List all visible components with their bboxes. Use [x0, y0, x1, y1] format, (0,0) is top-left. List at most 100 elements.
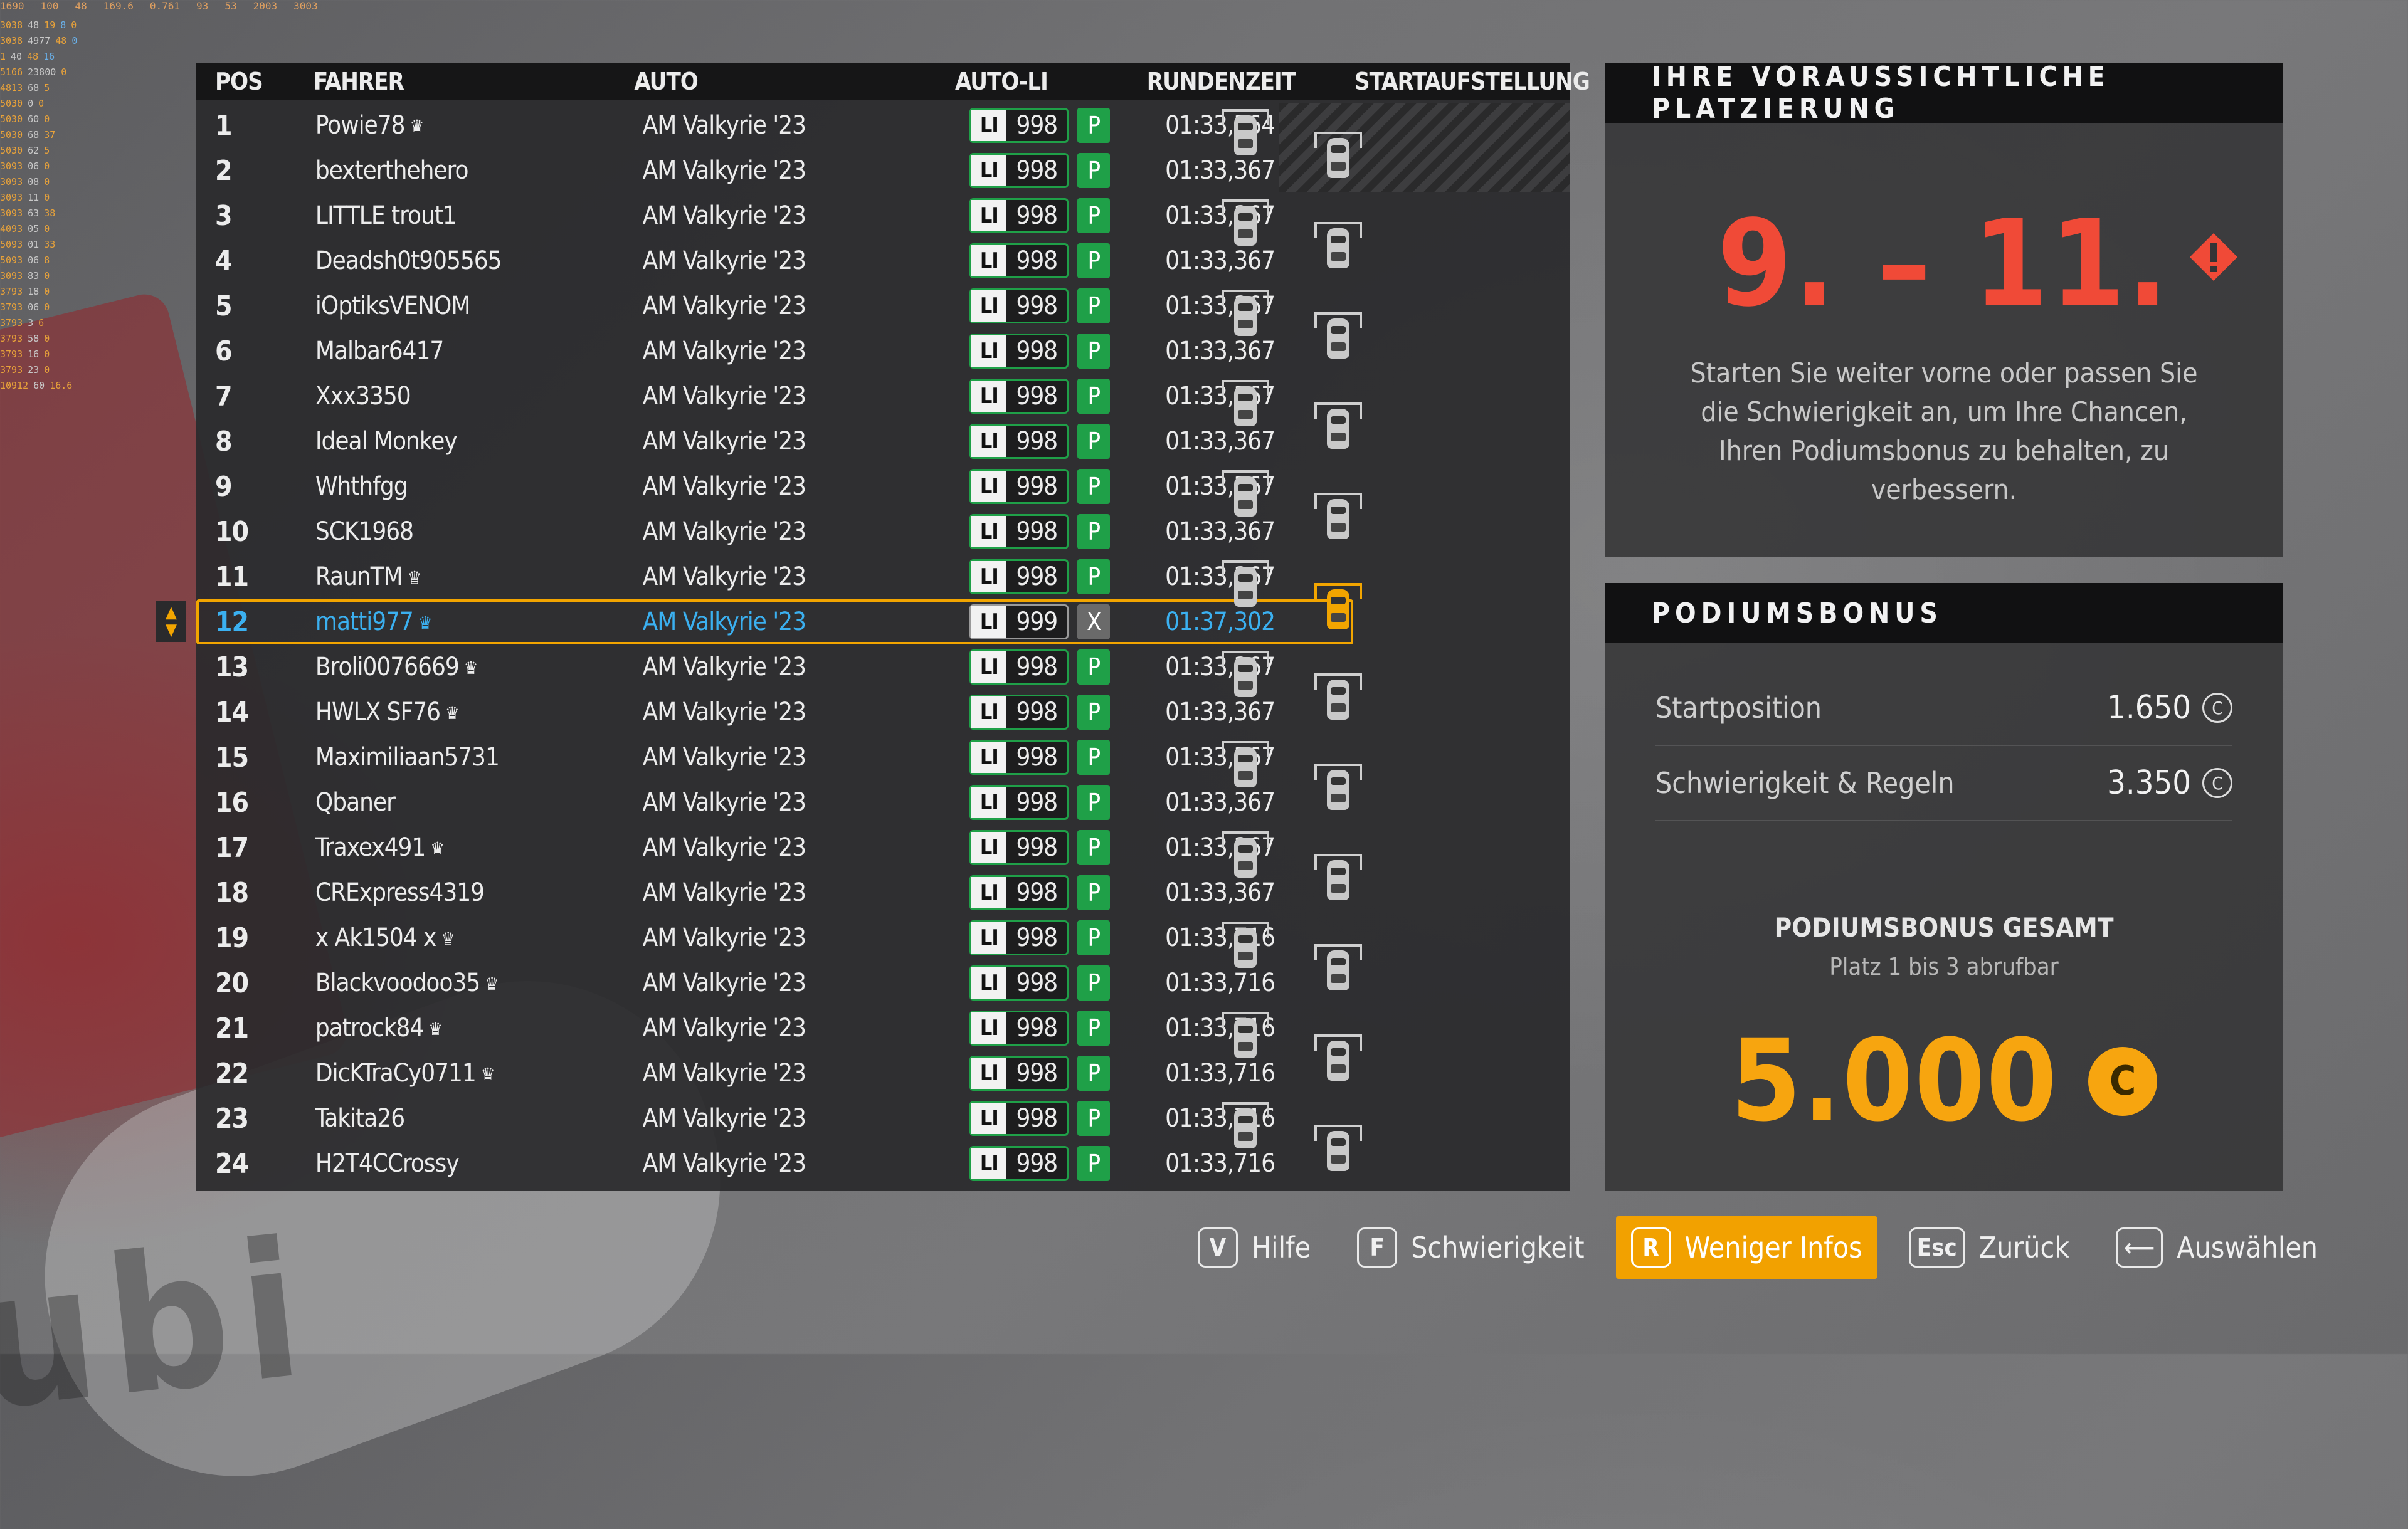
podium-bonus-panel: PODIUMSBONUS Startposition 1.650 C Schwi… [1605, 583, 2283, 1191]
overlay-value: 3 [28, 317, 34, 328]
table-row[interactable]: 17 Traxex491 ♛ AM Valkyrie '23 LI 998 P 01:33,3… [196, 825, 1353, 870]
overlay-value: 3038 [0, 35, 23, 46]
row-position: 4 [215, 244, 233, 277]
table-row[interactable]: 24 H2T4CCrossy AM Valkyrie '23 LI 998 P 01:33,… [196, 1141, 1353, 1186]
li-value: 998 [1016, 111, 1059, 140]
status-badge: P [1077, 1146, 1111, 1181]
key-icon: Esc [1908, 1227, 1965, 1268]
table-row[interactable]: 5 iOptiksVENOM AM Valkyrie '23 LI 998 P 01:33,… [196, 283, 1353, 328]
car-shape [1234, 476, 1257, 517]
row-driver-name: H2T4CCrossy [315, 1149, 643, 1178]
podium-bonus-total-title: PODIUMSBONUS GESAMT [1774, 912, 2114, 943]
key-icon: F [1357, 1227, 1398, 1268]
li-value: 998 [1016, 698, 1059, 727]
row-position: 8 [215, 425, 233, 458]
table-row[interactable]: 2 bexterthehero AM Valkyrie '23 LI 998 P 01:33… [196, 148, 1353, 193]
row-driver-name: RaunTM ♛ [315, 562, 643, 591]
overlay-row: 3038 4977 48 0 [0, 33, 188, 49]
overlay-value: 33 [44, 239, 56, 250]
header-pos: POS [215, 68, 263, 95]
status-badge: P [1077, 514, 1111, 549]
table-row[interactable]: 16 Qbaner AM Valkyrie '23 LI 998 P 01:33,367 [196, 780, 1353, 825]
table-row[interactable]: 23 Takita26 AM Valkyrie '23 LI 998 P 01:33,716 [196, 1096, 1353, 1141]
overlay-value: 0 [44, 270, 50, 281]
table-row[interactable]: 19 x Ak1504 x ♛ AM Valkyrie '23 LI 998 P 01:33,… [196, 915, 1353, 960]
button-hint-bar: V Hilfe F Schwierigkeit R Weniger Infos Esc Zur… [1166, 1216, 2333, 1279]
row-auto-li: LI 998 P [969, 875, 1165, 910]
status-badge: P [1077, 830, 1111, 865]
row-position: 21 [215, 1012, 249, 1044]
table-row[interactable]: 9 Whthfgg AM Valkyrie '23 LI 998 P 01:33,367 [196, 464, 1353, 509]
row-auto-li: LI 998 P [969, 965, 1165, 1001]
overlay-row: 10912 60 16.6 [0, 378, 188, 394]
li-value: 998 [1016, 472, 1059, 501]
table-row[interactable]: 8 Ideal Monkey AM Valkyrie '23 LI 998 P 01:33,… [196, 419, 1353, 464]
table-row[interactable]: 10 SCK1968 AM Valkyrie '23 LI 998 P 01:33,367 [196, 509, 1353, 554]
car-icon [1312, 218, 1365, 271]
sort-arrows-icon[interactable]: ▲ ▼ [156, 601, 186, 642]
table-row[interactable]: 15 Maximiliaan5731 AM Valkyrie '23 LI 998 P 01… [196, 735, 1353, 780]
row-auto-li: LI 998 P [969, 108, 1165, 143]
overlay-row: 3038 48 19 8 0 [0, 18, 188, 33]
button-hint-zurück[interactable]: Esc Zurück [1894, 1216, 2085, 1279]
li-tag: LI [971, 516, 1007, 547]
row-position: 19 [215, 922, 249, 954]
li-tag: LI [971, 1148, 1007, 1179]
button-hint-weniger-infos[interactable]: R Weniger Infos [1615, 1216, 1877, 1279]
car-icon [1219, 647, 1272, 700]
table-row[interactable]: 4 Deadsh0t905565 AM Valkyrie '23 LI 998 P 01:3… [196, 238, 1353, 283]
overlay-stat: 169.6 [103, 0, 134, 12]
car-icon [1312, 940, 1365, 993]
overlay-row: 5030 60 0 [0, 112, 188, 127]
table-row[interactable]: 3 LITTLE trout1 AM Valkyrie '23 LI 998 P 01:33… [196, 193, 1353, 238]
car-shape [1327, 318, 1349, 359]
status-badge: P [1077, 424, 1111, 459]
overlay-stat: 93 [196, 0, 209, 12]
table-row[interactable]: 20 Blackvoodoo35 ♛ AM Valkyrie '23 LI 998 P 01:… [196, 960, 1353, 1006]
table-row[interactable]: 1 Powie78 ♛ AM Valkyrie '23 LI 998 P 01:33,364 [196, 103, 1353, 148]
overlay-value: 1 [0, 51, 6, 62]
driver-name-text: Blackvoodoo35 [315, 969, 480, 997]
overlay-value: 5030 [0, 145, 23, 156]
car-icon [1219, 286, 1272, 339]
table-row[interactable]: 14 HWLX SF76 ♛ AM Valkyrie '23 LI 998 P 01:33,3… [196, 690, 1353, 735]
table-row[interactable]: 7 Xxx3350 AM Valkyrie '23 LI 998 P 01:33,367 [196, 374, 1353, 419]
status-badge: P [1077, 1011, 1111, 1046]
overlay-value: 5 [44, 145, 50, 156]
row-position: 13 [215, 651, 249, 683]
overlay-value: 3793 [0, 349, 23, 360]
button-hint-schwierigkeit[interactable]: F Schwierigkeit [1342, 1216, 1599, 1279]
overlay-value: 60 [33, 380, 45, 391]
table-row[interactable]: 11 RaunTM ♛ AM Valkyrie '23 LI 998 P 01:33,367 [196, 554, 1353, 599]
driver-name-text: DicKTraCy0711 [315, 1059, 477, 1088]
li-tag: LI [971, 877, 1007, 908]
podium-bonus-total-value: 5.000 [1730, 1016, 2059, 1147]
row-driver-name: Traxex491 ♛ [315, 833, 643, 862]
button-hint-hilfe[interactable]: V Hilfe [1183, 1216, 1326, 1279]
li-tag: LI [971, 1012, 1007, 1044]
overlay-value: 3093 [0, 270, 23, 281]
row-car: AM Valkyrie '23 [642, 878, 806, 907]
li-tag: LI [971, 832, 1007, 863]
table-row[interactable]: 6 Malbar6417 AM Valkyrie '23 LI 998 P 01:33,36… [196, 328, 1353, 374]
li-badge: LI 998 [969, 920, 1069, 955]
leaderboard-panel: POS FAHRER AUTO AUTO-LI RUNDENZEIT START… [156, 63, 1590, 1191]
car-icon [1312, 850, 1365, 903]
li-tag: LI [971, 787, 1007, 818]
row-auto-li: LI 998 P [969, 559, 1165, 594]
car-shape [1327, 770, 1349, 810]
status-badge: P [1077, 965, 1111, 1001]
li-badge: LI 998 [969, 198, 1069, 233]
table-row[interactable]: 22 DicKTraCy0711 ♛ AM Valkyrie '23 LI 998 P 01:… [196, 1051, 1353, 1096]
car-shape [1234, 206, 1257, 246]
table-row[interactable]: 18 CRExpress4319 AM Valkyrie '23 LI 998 P 01:3… [196, 870, 1353, 915]
row-car: AM Valkyrie '23 [642, 472, 806, 501]
overlay-row: 5093 06 8 [0, 253, 188, 268]
predicted-placement-title: IHRE VORAUSSICHTLICHE PLATZIERUNG [1605, 61, 2283, 125]
overlay-value: 5093 [0, 239, 23, 250]
table-row[interactable]: 21 patrock84 ♛ AM Valkyrie '23 LI 998 P 01:33,7… [196, 1006, 1353, 1051]
button-hint-auswählen[interactable]: ⟵ Auswählen [2101, 1216, 2333, 1279]
table-row[interactable]: 13 Broli0076669 ♛ AM Valkyrie '23 LI 998 P 01:3… [196, 644, 1353, 690]
bonus-line-difficulty: Schwierigkeit & Regeln 3.350 C [1656, 746, 2232, 820]
li-value: 998 [1016, 337, 1059, 365]
